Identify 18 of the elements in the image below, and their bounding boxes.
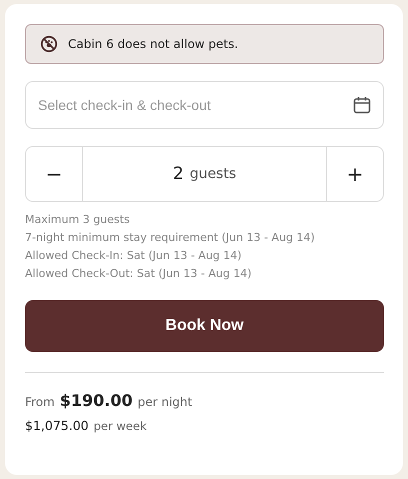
price-prefix: From	[25, 395, 55, 409]
stay-rule-text: 7-night minimum stay requirement (Jun 13 - Aug 14)	[25, 230, 316, 246]
calendar-icon[interactable]	[352, 95, 372, 115]
nightly-price: $190.00	[60, 391, 133, 410]
decrement-button[interactable]: −	[26, 147, 83, 201]
guest-count: 2	[172, 164, 184, 184]
weekly-unit: per week	[94, 419, 147, 433]
stay-rule-text: Allowed Check-In: Sat (Jun 13 - Aug 14)	[25, 248, 243, 264]
increment-button[interactable]: +	[326, 147, 383, 201]
nightly-unit: per night	[138, 395, 192, 409]
guest-unit: guests	[190, 166, 236, 182]
notice-text: Cabin 6 does not allow pets.	[68, 37, 238, 51]
date-field[interactable]: Select check-in & check-out	[25, 81, 384, 129]
no-pets-icon	[40, 35, 58, 53]
weekly-price: $1,075.00	[25, 418, 89, 433]
stay-rule-text: Allowed Check-Out: Sat (Jun 13 - Aug 14)	[25, 266, 253, 282]
stay-rule-text: Maximum 3 guests	[25, 212, 131, 228]
book-now-button[interactable]: Book Now	[25, 300, 384, 352]
